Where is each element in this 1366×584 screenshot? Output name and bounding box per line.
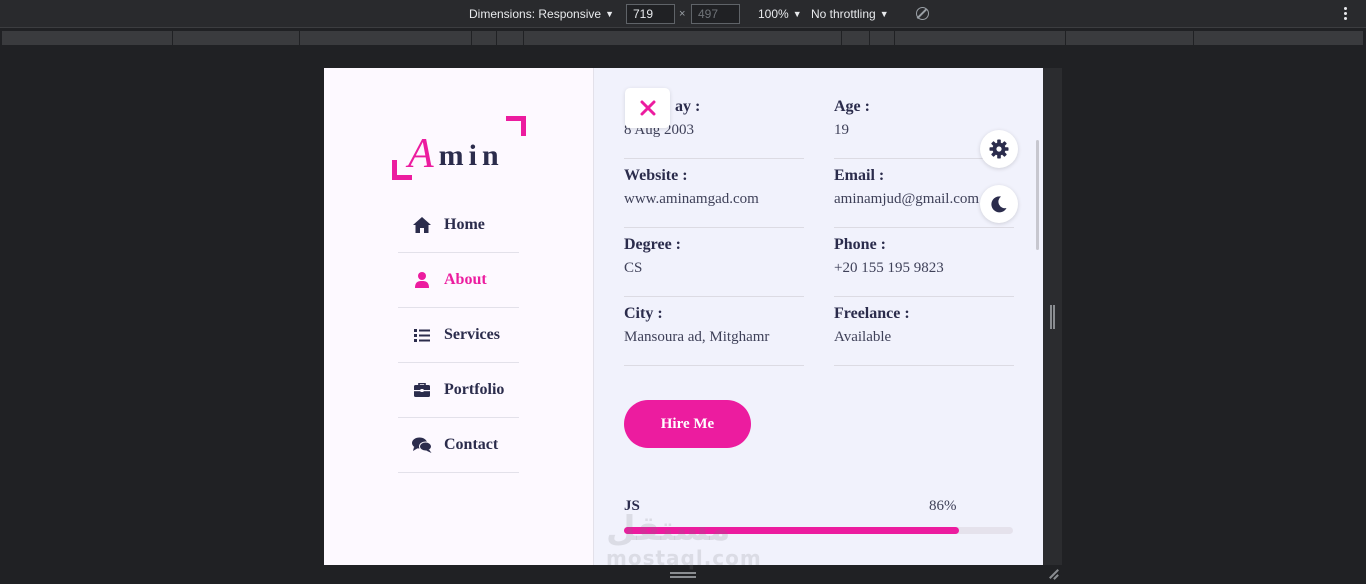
nav-item-portfolio[interactable]: Portfolio: [398, 363, 519, 418]
info-website: Website : www.aminamgad.com: [624, 159, 804, 228]
sidebar-nav: Home About Services Portfolio Contact: [398, 198, 519, 473]
info-degree: Degree : CS: [624, 228, 804, 297]
caret-down-icon: ▼: [879, 9, 889, 19]
logo-text: Amin: [408, 128, 504, 177]
rotate-icon[interactable]: [916, 7, 929, 20]
sidebar: Amin Home About Services Portfolio Conta…: [324, 68, 594, 565]
info-value: CS: [624, 260, 643, 276]
settings-button[interactable]: [980, 130, 1018, 168]
nav-label: Home: [444, 216, 485, 233]
nav-label: Services: [444, 326, 500, 343]
watermark-latin: mostaql.com: [606, 546, 762, 570]
info-label: Website :: [624, 167, 688, 184]
page-scrollbar-thumb[interactable]: [1036, 140, 1039, 250]
media-query-segment[interactable]: [497, 31, 524, 45]
info-value: Available: [834, 329, 892, 345]
throttling-dropdown[interactable]: No throttling ▼: [811, 7, 889, 21]
nav-item-about[interactable]: About: [398, 253, 519, 308]
media-query-segment[interactable]: [300, 31, 472, 45]
dimensions-dropdown[interactable]: Dimensions: Responsive ▼: [469, 7, 614, 21]
more-options-icon[interactable]: [1344, 7, 1348, 22]
close-menu-button[interactable]: [625, 88, 670, 128]
zoom-dropdown[interactable]: 100% ▼: [758, 7, 802, 21]
info-label: Age :: [834, 98, 870, 115]
caret-down-icon: ▼: [605, 9, 614, 19]
nav-item-contact[interactable]: Contact: [398, 418, 519, 473]
info-label: City :: [624, 305, 663, 322]
width-resize-handle[interactable]: [1050, 305, 1055, 329]
info-value[interactable]: aminamjud@gmail.com: [834, 191, 979, 208]
nav-label: Contact: [444, 436, 499, 453]
logo-corner: [506, 116, 526, 136]
moon-icon: [991, 196, 1007, 213]
media-query-segment[interactable]: [870, 31, 895, 45]
info-phone: Phone : +20 155 195 9823: [834, 228, 1014, 297]
media-query-segment[interactable]: [1194, 31, 1364, 45]
user-icon: [412, 271, 432, 289]
comments-icon: [412, 436, 432, 454]
dimensions-label: Dimensions: Responsive: [469, 7, 602, 21]
info-label: Email :: [834, 167, 885, 184]
nav-item-home[interactable]: Home: [398, 198, 519, 253]
media-query-segment[interactable]: [2, 31, 173, 45]
nav-label: About: [444, 271, 487, 288]
height-input[interactable]: 497: [691, 4, 740, 24]
close-icon: [640, 100, 655, 116]
media-query-segment[interactable]: [1066, 31, 1194, 45]
caret-down-icon: ▼: [792, 9, 802, 19]
info-label: Freelance :: [834, 305, 910, 322]
logo-initial: A: [408, 131, 439, 177]
info-value[interactable]: www.aminamgad.com: [624, 191, 759, 208]
media-query-segment[interactable]: [173, 31, 300, 45]
zoom-label: 100%: [758, 7, 789, 21]
info-label: Phone :: [834, 236, 886, 253]
skill-percent: 86%: [929, 498, 957, 514]
list-icon: [412, 326, 432, 344]
media-query-segment[interactable]: [842, 31, 870, 45]
nav-label: Portfolio: [444, 381, 505, 398]
devtools-device-toolbar: Dimensions: Responsive ▼ 719 × 497 100% ▼ …: [0, 0, 1366, 28]
logo[interactable]: Amin: [392, 116, 526, 180]
about-section: ay : 8 Aug 2003 Age : 19 Website : www.a…: [594, 68, 1043, 565]
gear-icon: [989, 139, 1009, 159]
width-input[interactable]: 719: [626, 4, 675, 24]
media-query-segment[interactable]: [472, 31, 497, 45]
throttling-label: No throttling: [811, 7, 876, 21]
info-value: +20 155 195 9823: [834, 260, 944, 276]
watermark: مستقل mostaql.com: [606, 512, 762, 570]
info-value: 19: [834, 122, 849, 138]
briefcase-icon: [412, 381, 432, 399]
info-label: Degree :: [624, 236, 681, 253]
media-query-segment[interactable]: [524, 31, 842, 45]
info-value: Mansoura ad, Mitghamr: [624, 329, 770, 345]
watermark-arabic: مستقل: [606, 509, 731, 549]
info-city: City : Mansoura ad, Mitghamr: [624, 297, 804, 366]
media-query-bar: [0, 29, 1366, 46]
hire-me-button[interactable]: Hire Me: [624, 400, 751, 448]
nav-item-services[interactable]: Services: [398, 308, 519, 363]
logo-rest: min: [438, 139, 504, 172]
dark-mode-toggle[interactable]: [980, 185, 1018, 223]
info-freelance: Freelance : Available: [834, 297, 1014, 366]
height-resize-handle[interactable]: [670, 572, 696, 578]
page-viewport: Amin Home About Services Portfolio Conta…: [324, 68, 1043, 565]
times-separator: ×: [679, 8, 686, 20]
media-query-segment[interactable]: [895, 31, 1066, 45]
home-icon: [412, 216, 432, 234]
info-label: ay :: [675, 98, 701, 115]
corner-resize-handle[interactable]: [1046, 567, 1060, 581]
